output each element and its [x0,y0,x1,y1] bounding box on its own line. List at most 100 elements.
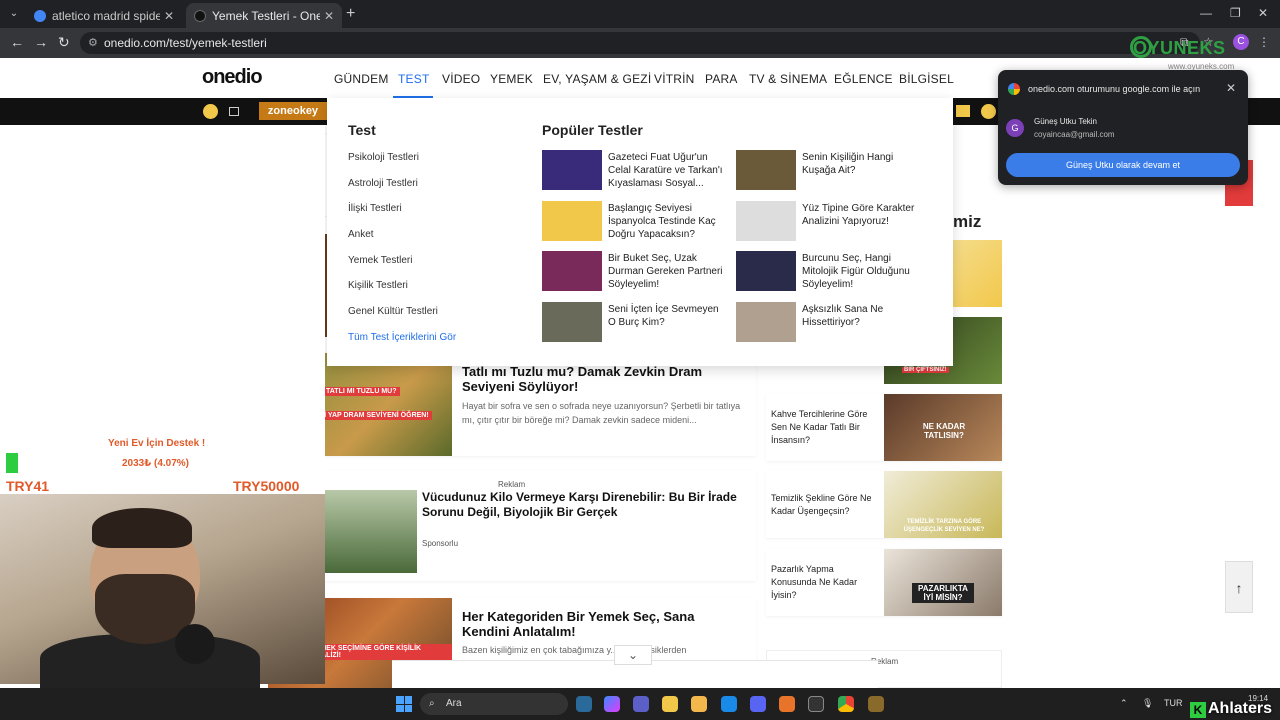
browser-tab-bar: ⌄ atletico madrid spiderman forma ✕ Yeme… [0,0,1280,28]
scroll-to-top-button[interactable]: ↑ [1225,561,1253,613]
sponsored-title[interactable]: Vücudunuz Kilo Vermeye Karşı Direnebilir… [422,490,742,520]
nav-eglence[interactable]: EĞLENCE [834,72,893,86]
tab-onedio[interactable]: Yemek Testleri - Onedio ✕ [186,3,342,28]
promo-box-icon[interactable] [229,107,239,116]
mega-link-psikoloji[interactable]: Psikoloji Testleri [348,152,419,163]
tray-chevron-icon[interactable]: ⌃ [1120,698,1128,709]
nav-para[interactable]: PARA [705,72,738,86]
close-tab-icon[interactable]: ✕ [324,9,334,23]
new-tab-icon[interactable]: + [346,5,355,23]
mega-link-genel-kultur[interactable]: Genel Kültür Testleri [348,306,438,317]
mega-link-all-tests[interactable]: Tüm Test İçeriklerini Gör [348,332,456,343]
obs-icon[interactable] [808,696,824,712]
article-card[interactable]: TATLI MI TUZLU MU? SEÇİMİNİ YAP DRAM SEV… [268,353,756,456]
maximize-icon[interactable]: ❐ [1230,6,1241,20]
taskbar-search[interactable]: ⌕ Ara [420,693,568,715]
close-tab-icon[interactable]: ✕ [164,9,174,23]
popular-title[interactable]: Seni İçten İçe Sevmeyen O Burç Kim? [608,303,726,329]
nav-bilgisel[interactable]: BİLGİSEL [899,72,954,86]
profile-avatar[interactable]: C [1233,34,1249,50]
popular-title[interactable]: Başlangıç Seviyesi İspanyolca Testinde K… [608,202,726,241]
user-name[interactable]: Güneş Utku Tekin [1034,117,1097,126]
tab-search-icon[interactable]: ⌄ [6,6,22,22]
mega-link-iliski[interactable]: İlişki Testleri [348,203,402,214]
tab-atletico[interactable]: atletico madrid spiderman forma ✕ [26,3,182,28]
nav-vitrin[interactable]: VİTRİN [654,72,695,86]
user-email[interactable]: coyaincaa@gmail.com [1034,130,1115,139]
article-title[interactable]: Her Kategoriden Bir Yemek Seç, Sana Kend… [462,609,742,639]
tab-title: Yemek Testleri - Onedio [212,8,320,23]
popular-thumb[interactable] [736,201,796,241]
sidebar-thumb[interactable]: NE KADAR TATLISIN? [884,394,1002,461]
mega-link-astroloji[interactable]: Astroloji Testleri [348,178,418,189]
continue-as-button[interactable]: Güneş Utku olarak devam et [1006,153,1240,177]
popular-thumb[interactable] [736,251,796,291]
sponsored-thumb[interactable] [324,490,417,573]
popular-title[interactable]: Gazeteci Fuat Uğur'un Celal Karatüre ve … [608,151,726,190]
mega-link-yemek[interactable]: Yemek Testleri [348,255,412,266]
promo-glasses-icon[interactable] [981,104,996,119]
reload-icon[interactable]: ↻ [58,34,70,51]
tray-language[interactable]: TUR [1164,698,1183,708]
popular-title[interactable]: Aşksızlık Sana Ne Hissettiriyor? [802,303,920,329]
chevron-down-icon[interactable]: ⌄ [614,645,652,665]
chrome-icon[interactable] [838,696,854,712]
taskbar-app-icon[interactable] [868,696,884,712]
popular-title[interactable]: Burcunu Seç, Hangi Mitolojik Figür Olduğ… [802,252,920,291]
discord-icon[interactable] [750,696,766,712]
back-icon[interactable]: ← [10,34,24,50]
popular-thumb[interactable] [542,201,602,241]
sidebar-thumb[interactable]: PAZARLIKTA İYİ MİSİN? [884,549,1002,616]
promo-star-icon[interactable] [203,104,218,119]
site-info-icon[interactable]: ⚙ [88,32,98,54]
nav-video[interactable]: VİDEO [442,72,480,86]
nav-yemek[interactable]: YEMEK [490,72,533,86]
nav-test[interactable]: TEST [398,72,429,86]
nav-ev-yasam-gezi[interactable]: EV, YAŞAM & GEZİ [543,72,651,86]
edge-icon[interactable] [721,696,737,712]
copilot-icon[interactable] [604,696,620,712]
taskbar-search-label: Ara [446,698,462,709]
forward-icon[interactable]: → [34,34,48,50]
sidebar-title[interactable]: Pazarlık Yapma Konusunda Ne Kadar İyisin… [771,563,879,602]
sidebar-title[interactable]: Temizlik Şekline Göre Ne Kadar Üşengeçsi… [771,492,879,518]
url-field[interactable]: ⚙ onedio.com/test/yemek-testleri [80,32,1200,54]
tray-mic-icon[interactable]: 🎙 [1142,698,1153,709]
popular-title[interactable]: Yüz Tipine Göre Karakter Analizini Yapıy… [802,202,920,228]
sidebar-thumb[interactable]: TEMİZLİK TARZINA GÖRE ÜŞENGEÇLİK SEVİYEN… [884,471,1002,538]
close-icon[interactable]: ✕ [1226,81,1236,95]
windows-start-icon[interactable] [396,696,412,712]
article-title[interactable]: Tatlı mı Tuzlu mu? Damak Zevkin Dram Sev… [462,364,742,394]
zoneokey-banner[interactable]: zoneokey [259,102,327,120]
popular-thumb[interactable] [736,302,796,342]
teams-icon[interactable] [633,696,649,712]
user-avatar[interactable]: G [1006,119,1024,137]
nav-gundem[interactable]: GÜNDEM [334,72,389,86]
nav-tv-sinema[interactable]: TV & SİNEMA [749,72,827,86]
browser-menu-icon[interactable]: ⋮ [1258,35,1270,49]
popular-thumb[interactable] [542,150,602,190]
popular-title[interactable]: Senin Kişiliğin Hangi Kuşağa Ait? [802,151,920,177]
sidebar-card[interactable]: Pazarlık Yapma Konusunda Ne Kadar İyisin… [766,549,1002,616]
mega-link-kisilik[interactable]: Kişilik Testleri [348,280,408,291]
sidebar-card[interactable]: Kahve Tercihlerine Göre Sen Ne Kadar Tat… [766,394,1002,461]
donation-goal: TRY50000 [233,478,300,494]
sidebar-card[interactable]: Temizlik Şekline Göre Ne Kadar Üşengeçsi… [766,471,1002,538]
store-icon[interactable] [662,696,678,712]
popular-thumb[interactable] [542,302,602,342]
sponsored-card[interactable]: Reklam Vücudunuz Kilo Vermeye Karşı Dire… [268,471,756,581]
promo-crown-icon[interactable] [956,105,970,117]
popular-thumb[interactable] [542,251,602,291]
sidebar-title[interactable]: Kahve Tercihlerine Göre Sen Ne Kadar Tat… [771,408,879,447]
microphone-app-icon[interactable] [779,696,795,712]
minimize-icon[interactable]: — [1200,6,1212,20]
popular-title[interactable]: Bir Buket Seç, Uzak Durman Gereken Partn… [608,252,726,291]
google-icon [1008,83,1020,95]
onedio-logo[interactable]: onedio [202,66,263,89]
file-explorer-icon[interactable] [691,696,707,712]
popular-thumb[interactable] [736,150,796,190]
thumb-caption: TATLI MI TUZLU MU? [323,387,400,396]
close-window-icon[interactable]: ✕ [1258,6,1268,20]
taskbar-app-icon[interactable] [576,696,592,712]
mega-link-anket[interactable]: Anket [348,229,374,240]
